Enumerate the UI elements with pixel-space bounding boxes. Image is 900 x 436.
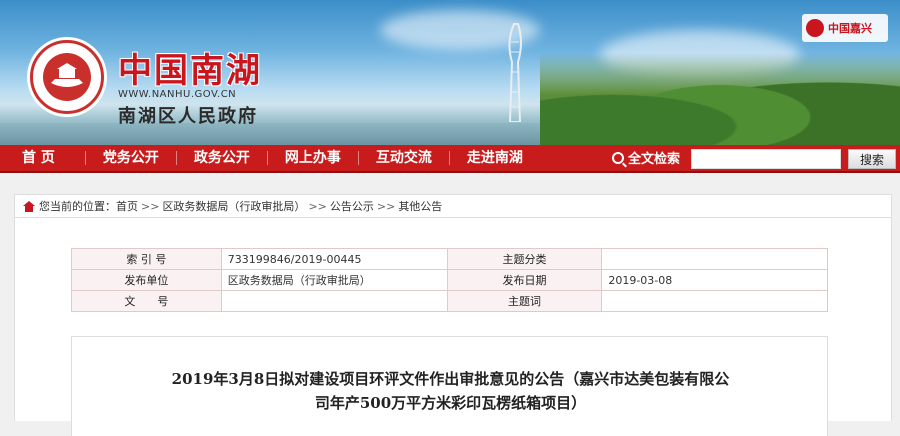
site-banner: 中国南湖 WWW.NANHU.GOV.CN 南湖区人民政府 中国嘉兴 [0,0,900,145]
breadcrumb-separator: >> [308,199,327,213]
site-domain: WWW.NANHU.GOV.CN [118,89,237,100]
search-icon [612,151,624,164]
search-label-text: 全文检索 [628,152,681,167]
nav-home[interactable]: 首 页 [0,144,85,172]
site-title: 中国南湖 [118,51,262,91]
document-meta-table: 索 引 号 733199846/2019-00445 主题分类 发布单位 区政务… [71,248,828,312]
breadcrumb-item-home[interactable]: 首页 [116,198,138,214]
search-input[interactable] [691,149,841,169]
meta-value-date: 2019-03-08 [601,269,828,291]
site-subtitle: 南湖区人民政府 [118,106,258,127]
fulltext-search-label: 全文检索 [612,148,680,167]
meta-label-publisher: 发布单位 [71,269,222,291]
nav-interaction[interactable]: 互动交流 [359,144,449,172]
breadcrumb-item-bureau[interactable]: 区政务数据局（行政审批局） [162,198,305,214]
jiaxing-logo-icon [806,19,824,37]
meta-label-keywords: 主题词 [446,290,603,312]
breadcrumb-item-other[interactable]: 其他公告 [398,198,442,214]
jiaxing-badge-label: 中国嘉兴 [828,22,872,35]
document-title-line: 2019年3月8日拟对建设项目环评文件作出审批意见的公告（嘉兴市达美包装有限公 [171,370,730,388]
breadcrumb-separator: >> [376,199,396,213]
breadcrumb-prefix: 您当前的位置： [39,200,116,213]
meta-value-index: 733199846/2019-00445 [220,248,448,270]
table-row: 索 引 号 733199846/2019-00445 主题分类 [71,248,828,270]
meta-value-doc-number [220,290,448,312]
jiaxing-badge[interactable]: 中国嘉兴 [802,14,888,42]
nav-party-affairs[interactable]: 党务公开 [86,144,176,172]
meta-label-date: 发布日期 [446,269,603,291]
breadcrumb-separator: >> [141,199,160,213]
nav-online-services[interactable]: 网上办事 [268,144,358,172]
nav-government-affairs[interactable]: 政务公开 [177,144,267,172]
red-boat-emblem-icon [43,53,91,101]
document-title-line: 司年产500万平方米彩印瓦楞纸箱项目） [314,394,587,412]
main-content: 索 引 号 733199846/2019-00445 主题分类 发布单位 区政务… [14,218,892,436]
document-body: 2019年3月8日拟对建设项目环评文件作出审批意见的公告（嘉兴市达美包装有限公 … [71,336,828,436]
meta-label-category: 主题分类 [446,248,603,270]
table-row: 文 号 主题词 [71,290,828,312]
tower-icon [508,23,522,122]
main-nav: 首 页 党务公开 政务公开 网上办事 互动交流 走进南湖 全文检索 搜索 [0,145,900,173]
home-icon [23,200,35,212]
nav-about-nanhu[interactable]: 走进南湖 [450,144,540,172]
search-button[interactable]: 搜索 [848,149,896,169]
breadcrumb: 您当前的位置： 首页 >> 区政务数据局（行政审批局） >> 公告公示 >> 其… [14,194,892,218]
meta-value-category [601,248,828,270]
meta-value-publisher: 区政务数据局（行政审批局） [220,269,448,291]
document-title: 2019年3月8日拟对建设项目环评文件作出审批意见的公告（嘉兴市达美包装有限公 … [72,367,829,415]
meta-label-doc-number: 文 号 [71,290,222,312]
trees-decoration [540,53,900,145]
breadcrumb-item-announcements[interactable]: 公告公示 [330,198,374,214]
meta-label-index: 索 引 号 [71,248,222,270]
meta-value-keywords [601,290,828,312]
table-row: 发布单位 区政务数据局（行政审批局） 发布日期 2019-03-08 [71,269,828,291]
site-logo[interactable] [30,40,104,114]
